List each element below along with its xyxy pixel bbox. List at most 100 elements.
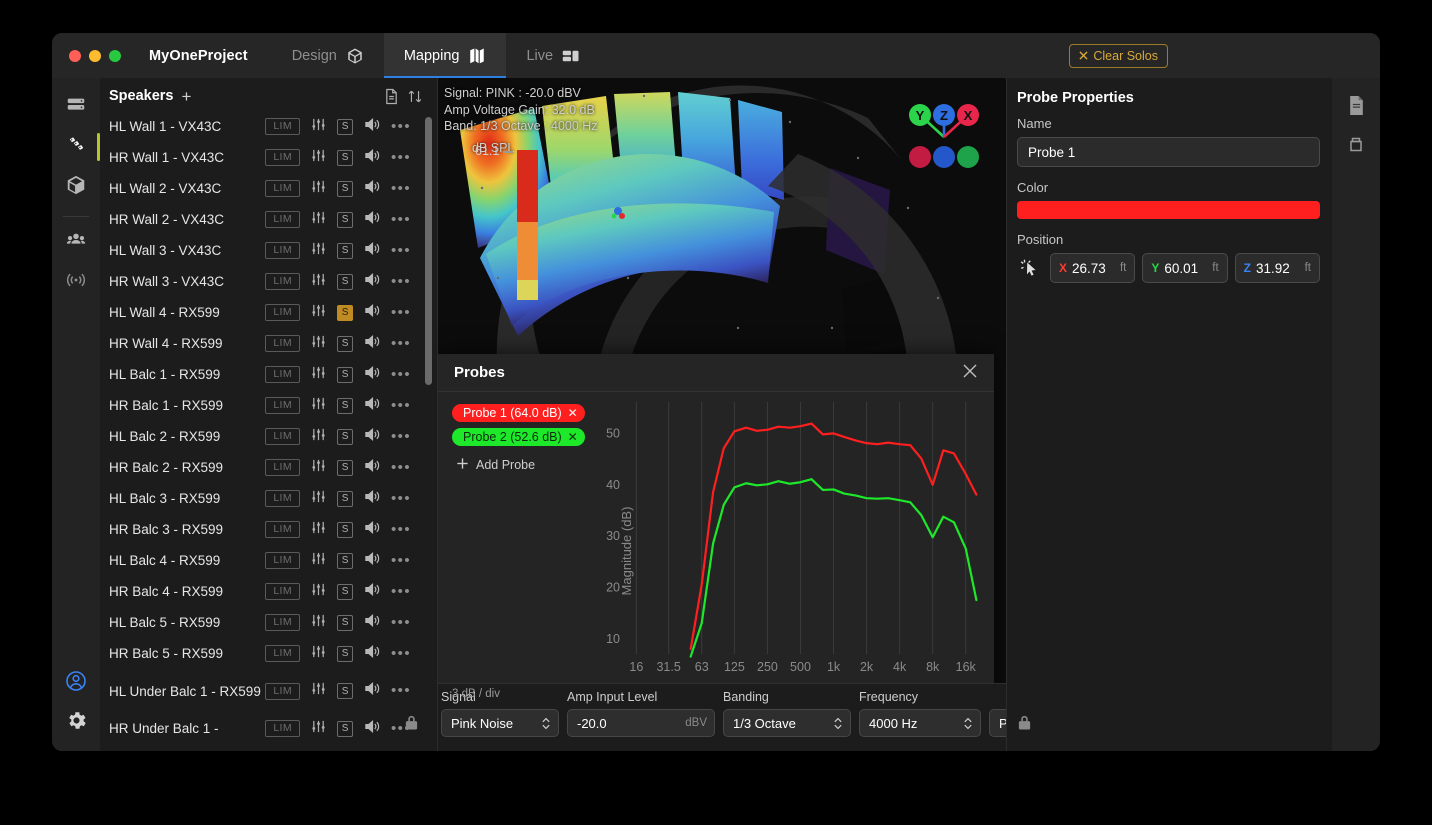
speaker-mute-icon[interactable]	[364, 210, 380, 230]
speaker-mute-icon[interactable]	[364, 489, 380, 509]
speaker-mute-icon[interactable]	[364, 241, 380, 261]
document-panel-icon[interactable]	[1336, 86, 1376, 124]
eq-sliders-icon[interactable]	[311, 179, 326, 199]
row-more-button[interactable]: •••	[391, 185, 411, 193]
row-more-button[interactable]: •••	[391, 154, 411, 162]
speakers-scrollbar[interactable]	[425, 117, 432, 385]
limiter-badge[interactable]: LIM	[265, 335, 300, 352]
row-more-button[interactable]: •••	[391, 464, 411, 472]
row-more-button[interactable]: •••	[391, 402, 411, 410]
probe-chip[interactable]: Probe 1 (64.0 dB)✕	[452, 404, 585, 422]
eq-sliders-icon[interactable]	[311, 582, 326, 602]
limiter-badge[interactable]: LIM	[265, 583, 300, 600]
row-more-button[interactable]: •••	[391, 526, 411, 534]
solo-button[interactable]: S	[337, 274, 353, 290]
speaker-row[interactable]: HR Wall 4 - RX599LIMS•••	[100, 328, 437, 359]
eq-sliders-icon[interactable]	[311, 148, 326, 168]
limiter-badge[interactable]: LIM	[265, 397, 300, 414]
axis-gizmo[interactable]: Y Z X	[902, 95, 986, 177]
speaker-row[interactable]: HL Under Balc 1 - RX599LIMS•••	[100, 669, 437, 713]
toolbar-field-control[interactable]: 4000 Hz	[859, 709, 981, 737]
eq-sliders-icon[interactable]	[311, 458, 326, 478]
rail-item-model[interactable]	[56, 168, 96, 206]
limiter-badge[interactable]: LIM	[265, 645, 300, 662]
speaker-mute-icon[interactable]	[364, 179, 380, 199]
solo-button[interactable]: S	[337, 491, 353, 507]
speaker-row[interactable]: HR Wall 3 - VX43CLIMS•••	[100, 266, 437, 297]
rail-item-account[interactable]	[56, 671, 96, 709]
tab-live[interactable]: Live	[506, 33, 600, 78]
frequency-response-chart[interactable]: Magnitude (dB) 1631.5631252505001k2k4k8k…	[578, 396, 990, 706]
limiter-badge[interactable]: LIM	[265, 180, 300, 197]
solo-button[interactable]: S	[337, 721, 353, 737]
lock-icon[interactable]	[1017, 714, 1032, 736]
document-icon[interactable]	[384, 88, 399, 105]
row-more-button[interactable]: •••	[391, 495, 411, 503]
row-more-button[interactable]: •••	[391, 557, 411, 565]
solo-button[interactable]: S	[337, 460, 353, 476]
eq-sliders-icon[interactable]	[311, 303, 326, 323]
eq-sliders-icon[interactable]	[311, 272, 326, 292]
limiter-badge[interactable]: LIM	[265, 242, 300, 259]
speaker-mute-icon[interactable]	[364, 303, 380, 323]
speaker-mute-icon[interactable]	[364, 681, 380, 701]
toolbar-field-control[interactable]: Pink Noise	[441, 709, 559, 737]
probe-color-swatch[interactable]	[1017, 201, 1320, 219]
add-speaker-button[interactable]: +	[182, 88, 192, 105]
row-more-button[interactable]: •••	[391, 216, 411, 224]
speaker-row[interactable]: HL Balc 5 - RX599LIMS•••	[100, 607, 437, 638]
eq-sliders-icon[interactable]	[311, 681, 326, 701]
speaker-row[interactable]: HL Wall 3 - VX43CLIMS•••	[100, 235, 437, 266]
speaker-row[interactable]: HR Balc 3 - RX599LIMS•••	[100, 514, 437, 545]
mapping-viewport[interactable]: Signal: PINK : -20.0 dBV Amp Voltage Gai…	[438, 78, 1006, 751]
sort-icon[interactable]	[407, 88, 423, 105]
solo-button[interactable]: S	[337, 367, 353, 383]
position-x-field[interactable]: X26.73ft	[1050, 253, 1135, 283]
row-more-button[interactable]: •••	[391, 619, 411, 627]
eq-sliders-icon[interactable]	[311, 241, 326, 261]
maximize-window-button[interactable]	[109, 50, 121, 62]
archive-panel-icon[interactable]	[1336, 126, 1376, 164]
speaker-mute-icon[interactable]	[364, 427, 380, 447]
eq-sliders-icon[interactable]	[311, 520, 326, 540]
eq-sliders-icon[interactable]	[311, 396, 326, 416]
row-more-button[interactable]: •••	[391, 687, 411, 695]
rail-item-signal[interactable]	[56, 263, 96, 301]
row-more-button[interactable]: •••	[391, 650, 411, 658]
speaker-mute-icon[interactable]	[364, 272, 380, 292]
eq-sliders-icon[interactable]	[311, 644, 326, 664]
minimize-window-button[interactable]	[89, 50, 101, 62]
lock-icon[interactable]	[404, 714, 419, 736]
stepper-icon[interactable]	[833, 716, 843, 731]
limiter-badge[interactable]: LIM	[265, 490, 300, 507]
solo-button[interactable]: S	[337, 181, 353, 197]
speaker-mute-icon[interactable]	[364, 719, 380, 739]
solo-button[interactable]: S	[337, 243, 353, 259]
speaker-mute-icon[interactable]	[364, 520, 380, 540]
speaker-mute-icon[interactable]	[364, 551, 380, 571]
eq-sliders-icon[interactable]	[311, 551, 326, 571]
speaker-mute-icon[interactable]	[364, 334, 380, 354]
speaker-mute-icon[interactable]	[364, 396, 380, 416]
add-probe-button[interactable]: Add Probe	[456, 457, 592, 473]
speaker-mute-icon[interactable]	[364, 365, 380, 385]
speaker-mute-icon[interactable]	[364, 613, 380, 633]
row-more-button[interactable]: •••	[391, 433, 411, 441]
tab-design[interactable]: Design	[272, 33, 384, 78]
solo-button[interactable]: S	[337, 553, 353, 569]
eq-sliders-icon[interactable]	[311, 210, 326, 230]
probe-name-input[interactable]: Probe 1	[1017, 137, 1320, 167]
position-y-field[interactable]: Y60.01ft	[1142, 253, 1227, 283]
limiter-badge[interactable]: LIM	[265, 552, 300, 569]
speaker-row[interactable]: HL Wall 2 - VX43CLIMS•••	[100, 173, 437, 204]
speaker-row[interactable]: HL Balc 1 - RX599LIMS•••	[100, 359, 437, 390]
solo-button[interactable]: S	[337, 212, 353, 228]
limiter-badge[interactable]: LIM	[265, 521, 300, 538]
solo-button[interactable]: S	[337, 336, 353, 352]
toolbar-field-control[interactable]: -20.0dBV	[567, 709, 715, 737]
speaker-mute-icon[interactable]	[364, 117, 380, 137]
speaker-row[interactable]: HL Wall 4 - RX599LIMS•••	[100, 297, 437, 328]
rail-item-rack[interactable]	[56, 88, 96, 126]
limiter-badge[interactable]: LIM	[265, 273, 300, 290]
speaker-row[interactable]: HR Under Balc 1 -LIMS•••	[100, 713, 437, 744]
